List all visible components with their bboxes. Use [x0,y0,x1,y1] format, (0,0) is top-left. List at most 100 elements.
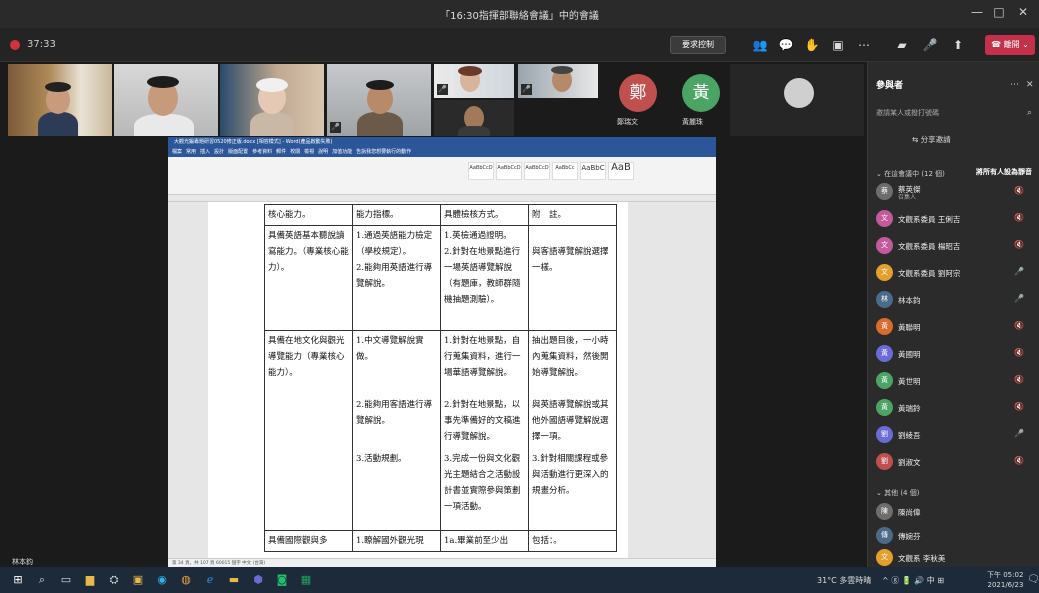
rooms-icon[interactable]: ▣ [829,37,847,53]
mic-muted-icon[interactable]: 🔇 [1014,375,1024,384]
word-tab[interactable]: 檢視 [304,147,314,157]
participant-row[interactable]: 文 文觀系 李秋美 [876,546,1036,568]
word-tab[interactable]: 校閱 [290,147,300,157]
participant-row[interactable]: 文 文觀系委員 楊昭吉 🔇 [876,234,1036,256]
mic-muted-icon[interactable]: 🔇 [1014,240,1024,249]
others-section-header[interactable]: ⌄ 其他 (4 個) [876,488,919,498]
word-tab[interactable]: 設計 [214,147,224,157]
avatar: 文 [876,237,893,254]
video-tile[interactable] [434,100,514,136]
word-status-bar: 第 34 頁，共 107 頁 60015 個字 中文 (台灣) [168,558,716,567]
word-tab[interactable]: 參考資料 [252,147,272,157]
document-area: 核心能力。 能力指標。 具體檢核方式。 附 註。 具備英語基本聽說讀寫能力。（專… [168,202,716,558]
more-actions-icon[interactable]: ⋯ [855,37,873,53]
word-tab[interactable]: 版面配置 [228,147,248,157]
style-gallery-item[interactable]: AaB [608,162,634,180]
line-icon[interactable]: ◙ [274,572,290,588]
video-tile[interactable] [114,64,218,136]
chat-icon[interactable]: 💬 [777,37,795,53]
participant-row[interactable]: 陳 陳尚偉 [876,500,1036,522]
video-tile[interactable]: 🎤 [327,64,431,136]
in-meeting-section-header[interactable]: ⌄ 在這會議中 (12 個) [876,169,945,179]
video-tile[interactable]: 🎤 [518,64,598,98]
video-tile[interactable]: 🎤 [434,64,514,98]
word-tab[interactable]: 說明 [318,147,328,157]
avatar: 林 [876,291,893,308]
excel-icon[interactable]: ▦ [298,572,314,588]
share-invite-button[interactable]: ⇆ 分享邀請 [912,134,951,145]
task-view-icon[interactable]: ▭ [58,572,74,588]
participant-row[interactable]: 傳 傳婉芬 [876,524,1036,546]
close-button[interactable]: ✕ [1014,5,1032,19]
store-icon[interactable]: ⛭ [106,572,122,588]
teams-icon[interactable]: ⬢ [250,572,266,588]
mic-off-icon[interactable]: 🎤 [921,37,939,53]
video-tile[interactable] [730,64,864,136]
more-options-icon[interactable]: ⋯ [1010,80,1019,90]
mic-on-icon[interactable]: 🎤 [1014,429,1024,438]
ie-icon[interactable]: ℯ [202,572,218,588]
participant-row[interactable]: 文 文觀系委員 劉阿宗 🎤 [876,261,1036,283]
participant-row[interactable]: 文 文觀系委員 王俐吉 🔇 [876,207,1036,229]
mic-on-icon[interactable]: 🎤 [1014,294,1024,303]
participants-icon[interactable]: 👥 [751,37,769,53]
mic-muted-icon[interactable]: 🔇 [1014,348,1024,357]
participant-row[interactable]: 劉 劉綾吾 🎤 [876,423,1036,445]
weather-widget[interactable]: 31°C 多雲時晴 [817,575,871,586]
style-gallery-item[interactable]: AaBbCcD [496,162,522,180]
participant-row[interactable]: 黃 黃國明 🔇 [876,342,1036,364]
mute-all-button[interactable]: 將所有人設為靜音 [976,167,1032,177]
edge-icon[interactable]: ◉ [154,572,170,588]
style-gallery-item[interactable]: AaBbCc [552,162,578,180]
mic-muted-icon[interactable]: 🔇 [1014,402,1024,411]
video-tile[interactable] [8,64,112,136]
request-control-button[interactable]: 要求控制 [670,36,726,54]
chrome-icon[interactable]: ◍ [178,572,194,588]
participant-avatar[interactable]: 黃 [682,74,720,112]
video-tile[interactable] [220,64,324,136]
leave-button[interactable]: ☎ 離開 ⌄ [985,35,1035,55]
camera-off-icon[interactable]: ▰ [893,37,911,53]
clock[interactable]: 下午 05:02 2021/6/23 [987,570,1023,590]
mic-muted-icon[interactable]: 🔇 [1014,321,1024,330]
word-tell-me[interactable]: 告訴我您想要執行的動作 [356,147,411,157]
mic-muted-icon[interactable]: 🔇 [1014,456,1024,465]
minimize-button[interactable]: — [968,5,986,19]
files-icon[interactable]: ▣ [130,572,146,588]
explorer-icon[interactable]: ▬ [226,572,242,588]
document-page[interactable]: 核心能力。 能力指標。 具體檢核方式。 附 註。 具備英語基本聽說讀寫能力。（專… [208,202,628,558]
style-gallery-item[interactable]: AaBbCcD [524,162,550,180]
participant-avatar[interactable]: 鄭 [619,74,657,112]
mic-muted-icon[interactable]: 🔇 [1014,186,1024,195]
system-tray[interactable]: ^ ⓖ 🔋 🔊 中 ⊞ [882,575,944,586]
search-icon[interactable]: ⌕ [1027,108,1032,118]
shared-screen[interactable]: 大觀光鍛專題研習0520修正版.docx [相容模式] - Word(產品啟動失… [168,137,716,567]
participant-row[interactable]: 林 林本鈞 🎤 [876,288,1036,310]
word-tab[interactable]: 檔案 [172,147,182,157]
word-tab[interactable]: 加值功能 [332,147,352,157]
participant-name: 黃聯明 [898,323,921,332]
mic-on-icon[interactable]: 🎤 [1014,267,1024,276]
invite-search-input[interactable]: 邀請某人或撥打號碼 ⌕ [876,108,1032,122]
share-screen-icon[interactable]: ⬆ [949,37,967,53]
participant-row[interactable]: 黃 黃世明 🔇 [876,369,1036,391]
word-tab[interactable]: 常用 [186,147,196,157]
search-icon[interactable]: ⌕ [34,572,50,588]
windows-start-icon[interactable]: ⊞ [10,572,26,588]
participant-row[interactable]: 劉 劉淑文 🔇 [876,450,1036,472]
folder-icon[interactable]: ▆ [82,572,98,588]
notification-icon[interactable]: 🗨 [1027,574,1039,585]
participant-row[interactable]: 黃 黃聯明 🔇 [876,315,1036,337]
word-tab[interactable]: 郵件 [276,147,286,157]
style-gallery-item[interactable]: AaBbCcD [468,162,494,180]
table-cell: 抽出題目後，一小時內蒐集資料，然後開始導覽解說。 與英語導覽解說或其他外國語導覽… [528,330,617,531]
participant-row[interactable]: 黃 黃瑞鈴 🔇 [876,396,1036,418]
participant-row[interactable]: 蔡 蔡英傑 召集人 🔇 [876,180,1036,202]
close-icon[interactable]: ✕ [1026,80,1034,90]
reactions-icon[interactable]: ✋ [803,37,821,53]
style-gallery-item[interactable]: AaBbC [580,162,606,180]
maximize-button[interactable]: □ [990,5,1008,19]
table-header: 核心能力。 [264,204,353,226]
mic-muted-icon[interactable]: 🔇 [1014,213,1024,222]
word-tab[interactable]: 插入 [200,147,210,157]
